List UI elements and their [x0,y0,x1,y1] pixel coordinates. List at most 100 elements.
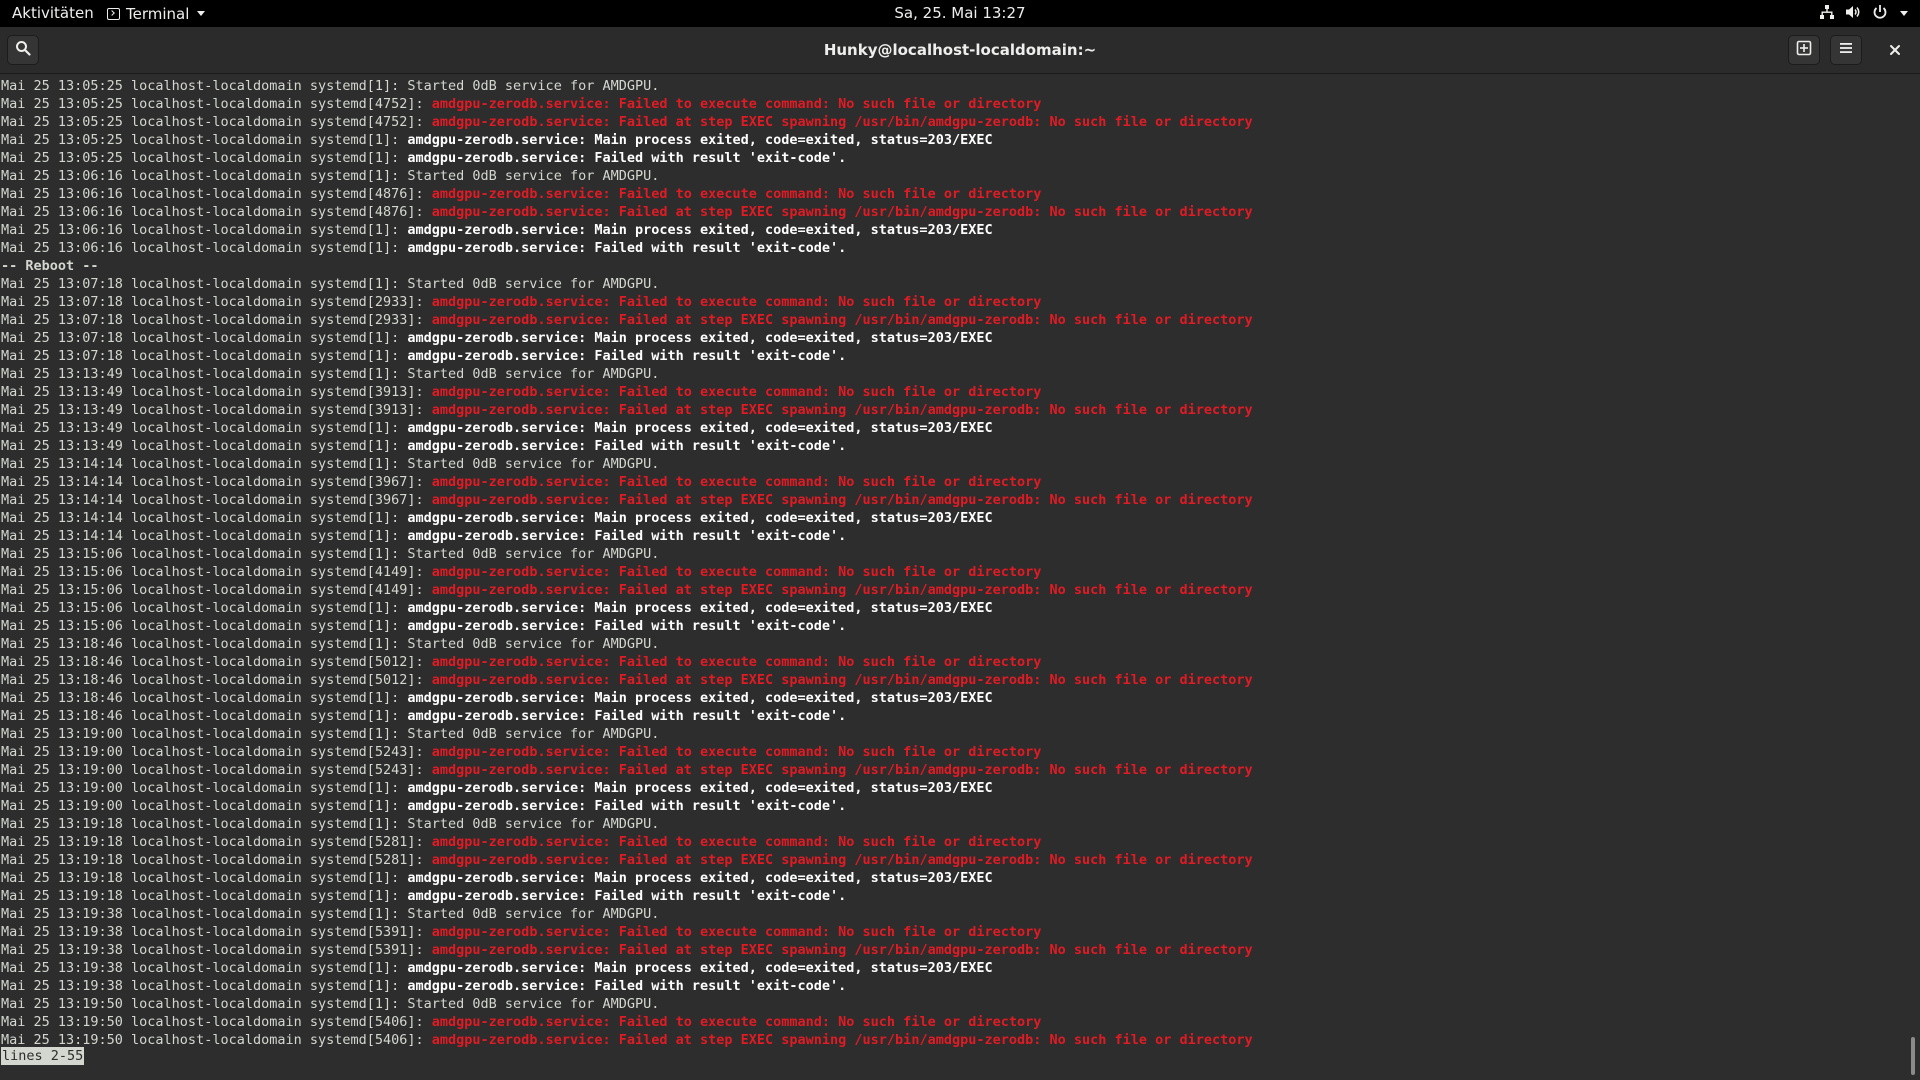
log-line-message: -- Reboot -- [1,258,99,274]
log-line: Mai 25 13:19:50 localhost-localdomain sy… [1,1031,1253,1049]
log-line-prefix: Mai 25 13:19:18 localhost-localdomain sy… [1,834,432,850]
log-line: Mai 25 13:14:14 localhost-localdomain sy… [1,473,1253,491]
log-line-prefix: Mai 25 13:19:00 localhost-localdomain sy… [1,726,408,742]
log-line-prefix: Mai 25 13:13:49 localhost-localdomain sy… [1,420,408,436]
log-line-message: amdgpu-zerodb.service: Failed at step EX… [431,1032,1253,1048]
log-line-prefix: Mai 25 13:07:18 localhost-localdomain sy… [1,330,408,346]
log-line-prefix: Mai 25 13:06:16 localhost-localdomain sy… [1,222,408,238]
log-line: Mai 25 13:18:46 localhost-localdomain sy… [1,689,1253,707]
power-icon [1872,4,1888,24]
reboot-separator: -- Reboot -- [1,257,1253,275]
log-line-prefix: Mai 25 13:07:18 localhost-localdomain sy… [1,312,432,328]
log-line-prefix: Mai 25 13:19:38 localhost-localdomain sy… [1,924,432,940]
log-line-prefix: Mai 25 13:19:50 localhost-localdomain sy… [1,996,408,1012]
clock-menu[interactable]: Sa, 25. Mai 13:27 [0,4,1920,23]
log-line-message: Started 0dB service for AMDGPU. [407,456,660,472]
terminal-scrollbar[interactable] [1906,75,1920,1080]
log-line-message: Started 0dB service for AMDGPU. [407,168,660,184]
log-line-prefix: Mai 25 13:14:14 localhost-localdomain sy… [1,528,408,544]
scrollbar-thumb[interactable] [1911,1037,1915,1075]
log-line-message: Started 0dB service for AMDGPU. [407,276,660,292]
log-line-prefix: Mai 25 13:06:16 localhost-localdomain sy… [1,204,432,220]
log-line-prefix: Mai 25 13:15:06 localhost-localdomain sy… [1,582,432,598]
log-line: Mai 25 13:13:49 localhost-localdomain sy… [1,365,1253,383]
volume-icon [1845,4,1862,24]
new-tab-button[interactable] [1788,35,1820,65]
log-line-prefix: Mai 25 13:07:18 localhost-localdomain sy… [1,294,432,310]
log-line-prefix: Mai 25 13:19:00 localhost-localdomain sy… [1,780,408,796]
log-line-message: amdgpu-zerodb.service: Main process exit… [407,132,993,148]
log-line-prefix: Mai 25 13:19:38 localhost-localdomain sy… [1,960,408,976]
log-line-message: amdgpu-zerodb.service: Failed at step EX… [431,942,1253,958]
log-line: Mai 25 13:19:50 localhost-localdomain sy… [1,1013,1253,1031]
log-line-prefix: Mai 25 13:13:49 localhost-localdomain sy… [1,402,432,418]
log-line: Mai 25 13:13:49 localhost-localdomain sy… [1,437,1253,455]
new-tab-icon [1796,40,1812,60]
log-line-message: amdgpu-zerodb.service: Failed at step EX… [431,204,1253,220]
log-line-message: amdgpu-zerodb.service: Failed to execute… [431,384,1042,400]
close-icon [1889,41,1901,60]
log-line-message: amdgpu-zerodb.service: Failed with resul… [407,150,847,166]
log-line: Mai 25 13:05:25 localhost-localdomain sy… [1,149,1253,167]
log-line-prefix: Mai 25 13:14:14 localhost-localdomain sy… [1,510,408,526]
log-line-message: amdgpu-zerodb.service: Failed with resul… [407,888,847,904]
system-status-menu[interactable] [1819,3,1908,24]
log-line-prefix: Mai 25 13:05:25 localhost-localdomain sy… [1,150,408,166]
log-line: Mai 25 13:19:00 localhost-localdomain sy… [1,761,1253,779]
log-line-prefix: Mai 25 13:14:14 localhost-localdomain sy… [1,492,432,508]
log-line-message: amdgpu-zerodb.service: Failed to execute… [431,744,1042,760]
log-line-prefix: Mai 25 13:19:00 localhost-localdomain sy… [1,762,432,778]
log-line: Mai 25 13:19:00 localhost-localdomain sy… [1,779,1253,797]
log-line: Mai 25 13:06:16 localhost-localdomain sy… [1,185,1253,203]
log-line-message: amdgpu-zerodb.service: Main process exit… [407,870,993,886]
close-window-button[interactable] [1879,35,1911,65]
log-line-message: Started 0dB service for AMDGPU. [407,78,660,94]
log-line: Mai 25 13:06:16 localhost-localdomain sy… [1,167,1253,185]
log-line-prefix: Mai 25 13:19:18 localhost-localdomain sy… [1,870,408,886]
log-line: Mai 25 13:06:16 localhost-localdomain sy… [1,203,1253,221]
network-wired-icon [1819,4,1835,24]
log-line-prefix: Mai 25 13:06:16 localhost-localdomain sy… [1,240,408,256]
log-line-message: Started 0dB service for AMDGPU. [407,366,660,382]
log-line-message: amdgpu-zerodb.service: Failed at step EX… [431,312,1253,328]
log-line-message: amdgpu-zerodb.service: Failed at step EX… [431,762,1253,778]
log-line-prefix: Mai 25 13:15:06 localhost-localdomain sy… [1,618,408,634]
log-line: Mai 25 13:06:16 localhost-localdomain sy… [1,221,1253,239]
log-line: Mai 25 13:19:38 localhost-localdomain sy… [1,905,1253,923]
log-line-prefix: Mai 25 13:05:25 localhost-localdomain sy… [1,132,408,148]
hamburger-menu-icon [1838,40,1854,60]
log-line-prefix: Mai 25 13:14:14 localhost-localdomain sy… [1,456,408,472]
log-line-message: amdgpu-zerodb.service: Main process exit… [407,960,993,976]
log-line: Mai 25 13:19:00 localhost-localdomain sy… [1,743,1253,761]
main-menu-button[interactable] [1830,35,1862,65]
log-line-message: amdgpu-zerodb.service: Failed with resul… [407,348,847,364]
log-line-message: amdgpu-zerodb.service: Failed to execute… [431,294,1042,310]
log-line-message: amdgpu-zerodb.service: Main process exit… [407,330,993,346]
log-line: Mai 25 13:14:14 localhost-localdomain sy… [1,491,1253,509]
log-line: Mai 25 13:15:06 localhost-localdomain sy… [1,581,1253,599]
log-line-prefix: Mai 25 13:19:38 localhost-localdomain sy… [1,978,408,994]
terminal-view[interactable]: Mai 25 13:05:25 localhost-localdomain sy… [0,75,1906,1080]
log-line: Mai 25 13:19:18 localhost-localdomain sy… [1,815,1253,833]
log-line-message: amdgpu-zerodb.service: Failed to execute… [431,924,1042,940]
log-line-message: amdgpu-zerodb.service: Main process exit… [407,600,993,616]
chevron-down-icon [1900,11,1908,16]
log-line-message: amdgpu-zerodb.service: Main process exit… [407,420,993,436]
log-line: Mai 25 13:07:18 localhost-localdomain sy… [1,293,1253,311]
log-line-message: amdgpu-zerodb.service: Failed at step EX… [431,852,1253,868]
log-line: Mai 25 13:14:14 localhost-localdomain sy… [1,527,1253,545]
log-line-prefix: Mai 25 13:05:25 localhost-localdomain sy… [1,78,408,94]
log-line-message: Started 0dB service for AMDGPU. [407,816,660,832]
log-line: Mai 25 13:13:49 localhost-localdomain sy… [1,419,1253,437]
pager-status-line: lines 2-55 [1,1047,85,1065]
log-line: Mai 25 13:05:25 localhost-localdomain sy… [1,77,1253,95]
log-line-message: Started 0dB service for AMDGPU. [407,546,660,562]
log-line: Mai 25 13:07:18 localhost-localdomain sy… [1,311,1253,329]
log-line: Mai 25 13:15:06 localhost-localdomain sy… [1,563,1253,581]
log-line-message: amdgpu-zerodb.service: Failed to execute… [431,474,1042,490]
log-line-message: amdgpu-zerodb.service: Main process exit… [407,222,993,238]
log-line: Mai 25 13:06:16 localhost-localdomain sy… [1,239,1253,257]
log-line-message: amdgpu-zerodb.service: Main process exit… [407,690,993,706]
log-line-prefix: Mai 25 13:19:50 localhost-localdomain sy… [1,1014,432,1030]
log-line: Mai 25 13:19:00 localhost-localdomain sy… [1,797,1253,815]
